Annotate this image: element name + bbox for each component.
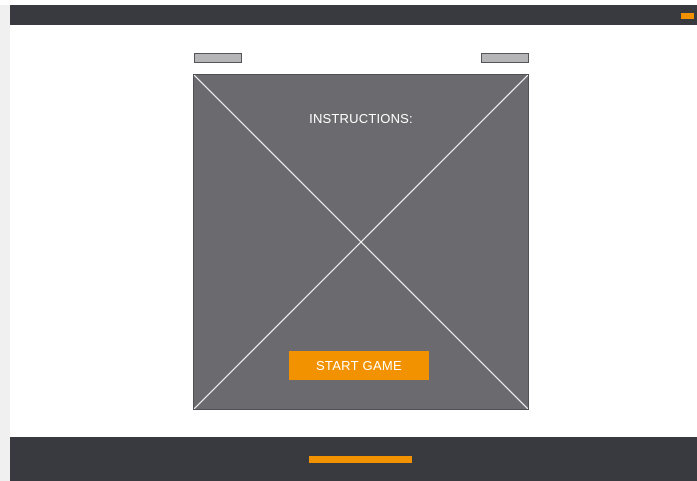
left-toolbar-button[interactable]: [194, 53, 242, 63]
top-bar: [10, 5, 697, 25]
game-image-placeholder: INSTRUCTIONS: START GAME: [193, 74, 529, 410]
instructions-heading: INSTRUCTIONS:: [309, 111, 413, 126]
app-window: INSTRUCTIONS: START GAME: [0, 0, 697, 481]
right-toolbar-button[interactable]: [481, 53, 529, 63]
menu-marker-icon[interactable]: [681, 13, 694, 19]
left-edge-shadow: [0, 5, 10, 481]
start-game-button[interactable]: START GAME: [289, 351, 429, 380]
bottom-indicator[interactable]: [309, 456, 412, 463]
